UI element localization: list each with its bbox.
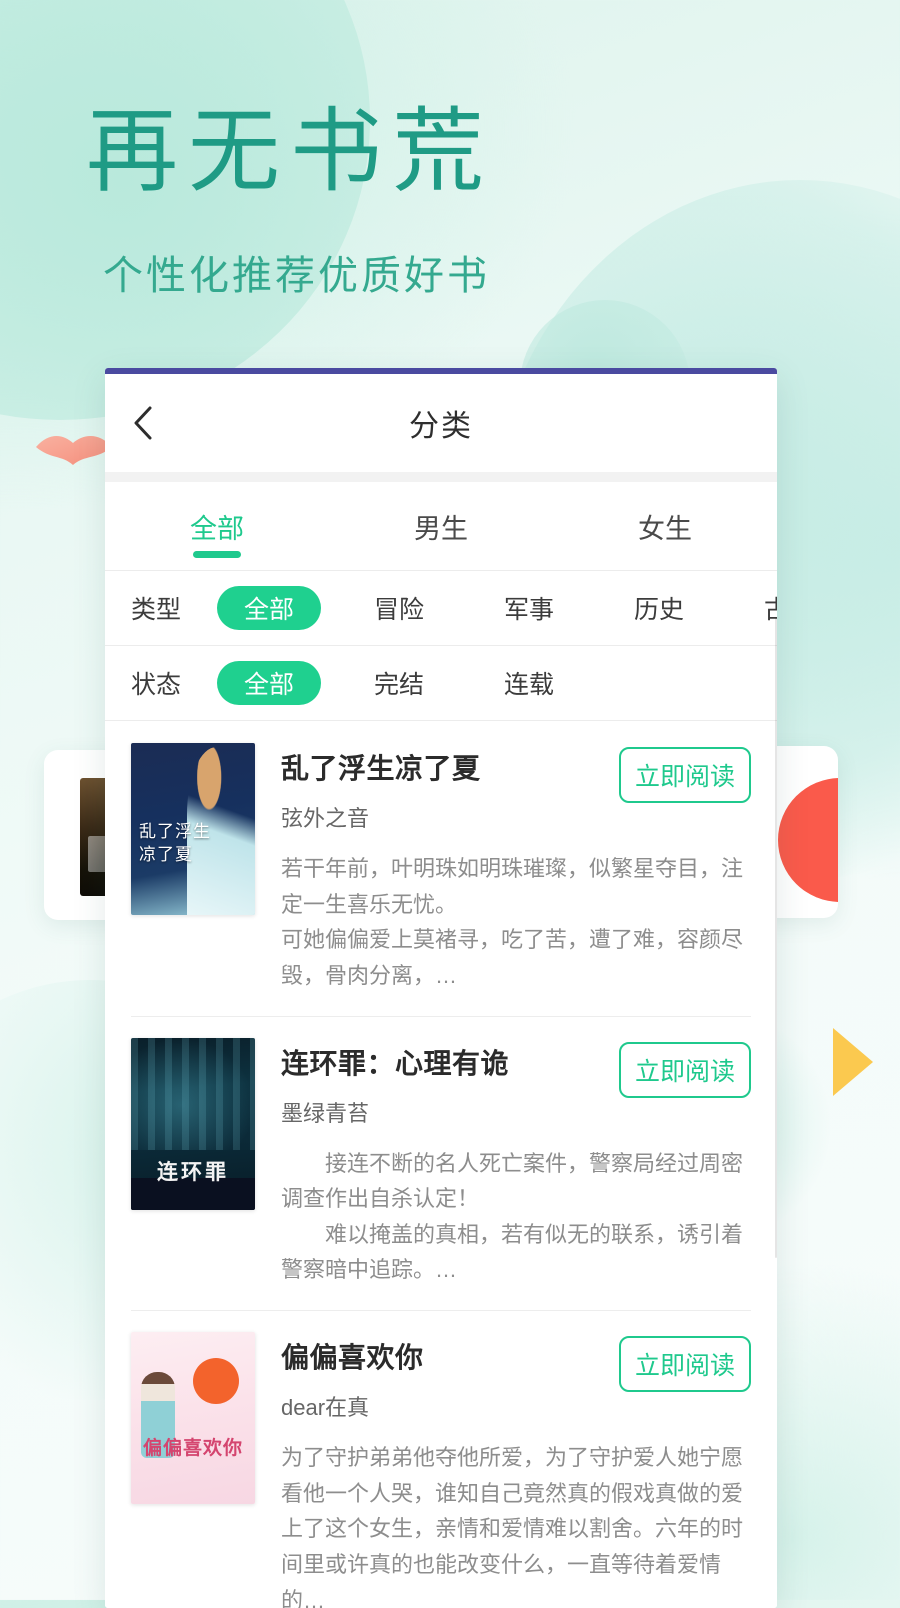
filter-type-chip-military[interactable]: 军事 — [477, 586, 581, 630]
book-list: 乱了浮生凉了夏 弦外之音 立即阅读 若干年前，叶明珠如明珠璀璨，似繁星夺目，注定… — [105, 721, 777, 1608]
book-list-item[interactable]: 连环罪：心理有诡 墨绿青苔 立即阅读 接连不断的名人死亡案件，警察局经过周密调查… — [105, 1015, 777, 1311]
read-now-button[interactable]: 立即阅读 — [619, 1336, 751, 1392]
book-title: 乱了浮生凉了夏 — [281, 753, 481, 784]
book-author: dear在真 — [281, 1395, 370, 1420]
book-cover — [131, 743, 255, 915]
book-title: 偏偏喜欢你 — [281, 1342, 424, 1373]
book-list-item[interactable]: 乱了浮生凉了夏 弦外之音 立即阅读 若干年前，叶明珠如明珠璀璨，似繁星夺目，注定… — [105, 721, 777, 1016]
tab-all[interactable]: 全部 — [105, 482, 329, 570]
book-title-block: 偏偏喜欢你 dear在真 — [281, 1336, 603, 1422]
book-title: 连环罪：心理有诡 — [281, 1047, 510, 1079]
book-author: 墨绿青苔 — [281, 1100, 370, 1126]
book-author: 弦外之音 — [281, 806, 370, 831]
read-now-button[interactable]: 立即阅读 — [619, 747, 751, 803]
tab-female[interactable]: 女生 — [553, 482, 777, 570]
book-info: 偏偏喜欢你 dear在真 立即阅读 为了守护弟弟他夺他所爱，为了守护爱人她宁愿看… — [281, 1332, 751, 1608]
book-info: 乱了浮生凉了夏 弦外之音 立即阅读 若干年前，叶明珠如明珠璀璨，似繁星夺目，注定… — [281, 743, 751, 994]
tab-all-label: 全部 — [190, 513, 244, 544]
filter-type-chip-all[interactable]: 全部 — [217, 586, 321, 630]
filter-type-chip-history[interactable]: 历史 — [607, 586, 711, 630]
book-list-item[interactable]: 偏偏喜欢你 dear在真 立即阅读 为了守护弟弟他夺他所爱，为了守护爱人她宁愿看… — [105, 1310, 777, 1608]
open-book-icon — [36, 436, 112, 465]
page-subheadline: 个性化推荐优质好书 — [103, 254, 490, 298]
app-navbar: 分类 — [105, 374, 777, 472]
book-description: 若干年前，叶明珠如明珠璀璨，似繁星夺目，注定一生喜乐无忧。 可她偏偏爱上莫褚寻，… — [281, 856, 744, 988]
book-info: 连环罪：心理有诡 墨绿青苔 立即阅读 接连不断的名人死亡案件，警察局经过周密调查… — [281, 1038, 751, 1289]
book-cover — [131, 1332, 255, 1504]
tab-male-label: 男生 — [414, 513, 468, 544]
phone-screen: 分类 全部 男生 女生 类型 全部 冒险 军事 历史 古言 展开 — [105, 368, 777, 1608]
book-cover — [131, 1037, 255, 1210]
scrollbar[interactable] — [775, 618, 777, 1258]
page-title: 分类 — [409, 410, 473, 443]
page-headline: 再无书荒 — [86, 101, 495, 203]
tab-female-label: 女生 — [638, 513, 692, 544]
book-header: 乱了浮生凉了夏 弦外之音 立即阅读 — [281, 747, 751, 833]
book-description: 接连不断的名人死亡案件，警察局经过周密调查作出自杀认定！ 难以掩盖的真相，若有似… — [281, 1150, 744, 1283]
background-blob-top-left — [0, 0, 370, 420]
book-description: 为了守护弟弟他夺他所爱，为了守护爱人她宁愿看他一个人哭，谁知自己竟然真的假戏真做… — [281, 1445, 744, 1608]
filter-row-status: 状态 全部 完结 连载 — [105, 646, 777, 720]
tab-active-underline — [193, 551, 241, 558]
half-disc-shape — [778, 778, 838, 902]
triangle-shape — [833, 1028, 873, 1096]
tab-male[interactable]: 男生 — [329, 482, 553, 570]
filter-type-label: 类型 — [131, 596, 182, 624]
book-title-block: 乱了浮生凉了夏 弦外之音 — [281, 747, 603, 833]
filter-status-chip-all[interactable]: 全部 — [217, 661, 321, 705]
book-header: 偏偏喜欢你 dear在真 立即阅读 — [281, 1336, 751, 1422]
filter-row-type: 类型 全部 冒险 军事 历史 古言 展开 — [105, 571, 777, 645]
filter-status-chip-finished[interactable]: 完结 — [347, 661, 451, 705]
filter-status-label: 状态 — [131, 671, 182, 699]
navbar-divider — [105, 472, 777, 482]
gender-tab-bar: 全部 男生 女生 — [105, 482, 777, 570]
filter-status-chip-ongoing[interactable]: 连载 — [477, 661, 581, 705]
book-header: 连环罪：心理有诡 墨绿青苔 立即阅读 — [281, 1041, 751, 1128]
book-title-block: 连环罪：心理有诡 墨绿青苔 — [281, 1042, 603, 1128]
filter-type-chip-adventure[interactable]: 冒险 — [347, 586, 451, 630]
read-now-button[interactable]: 立即阅读 — [619, 1041, 751, 1098]
filter-type-chip-ancient-romance[interactable]: 古言 — [737, 586, 777, 630]
